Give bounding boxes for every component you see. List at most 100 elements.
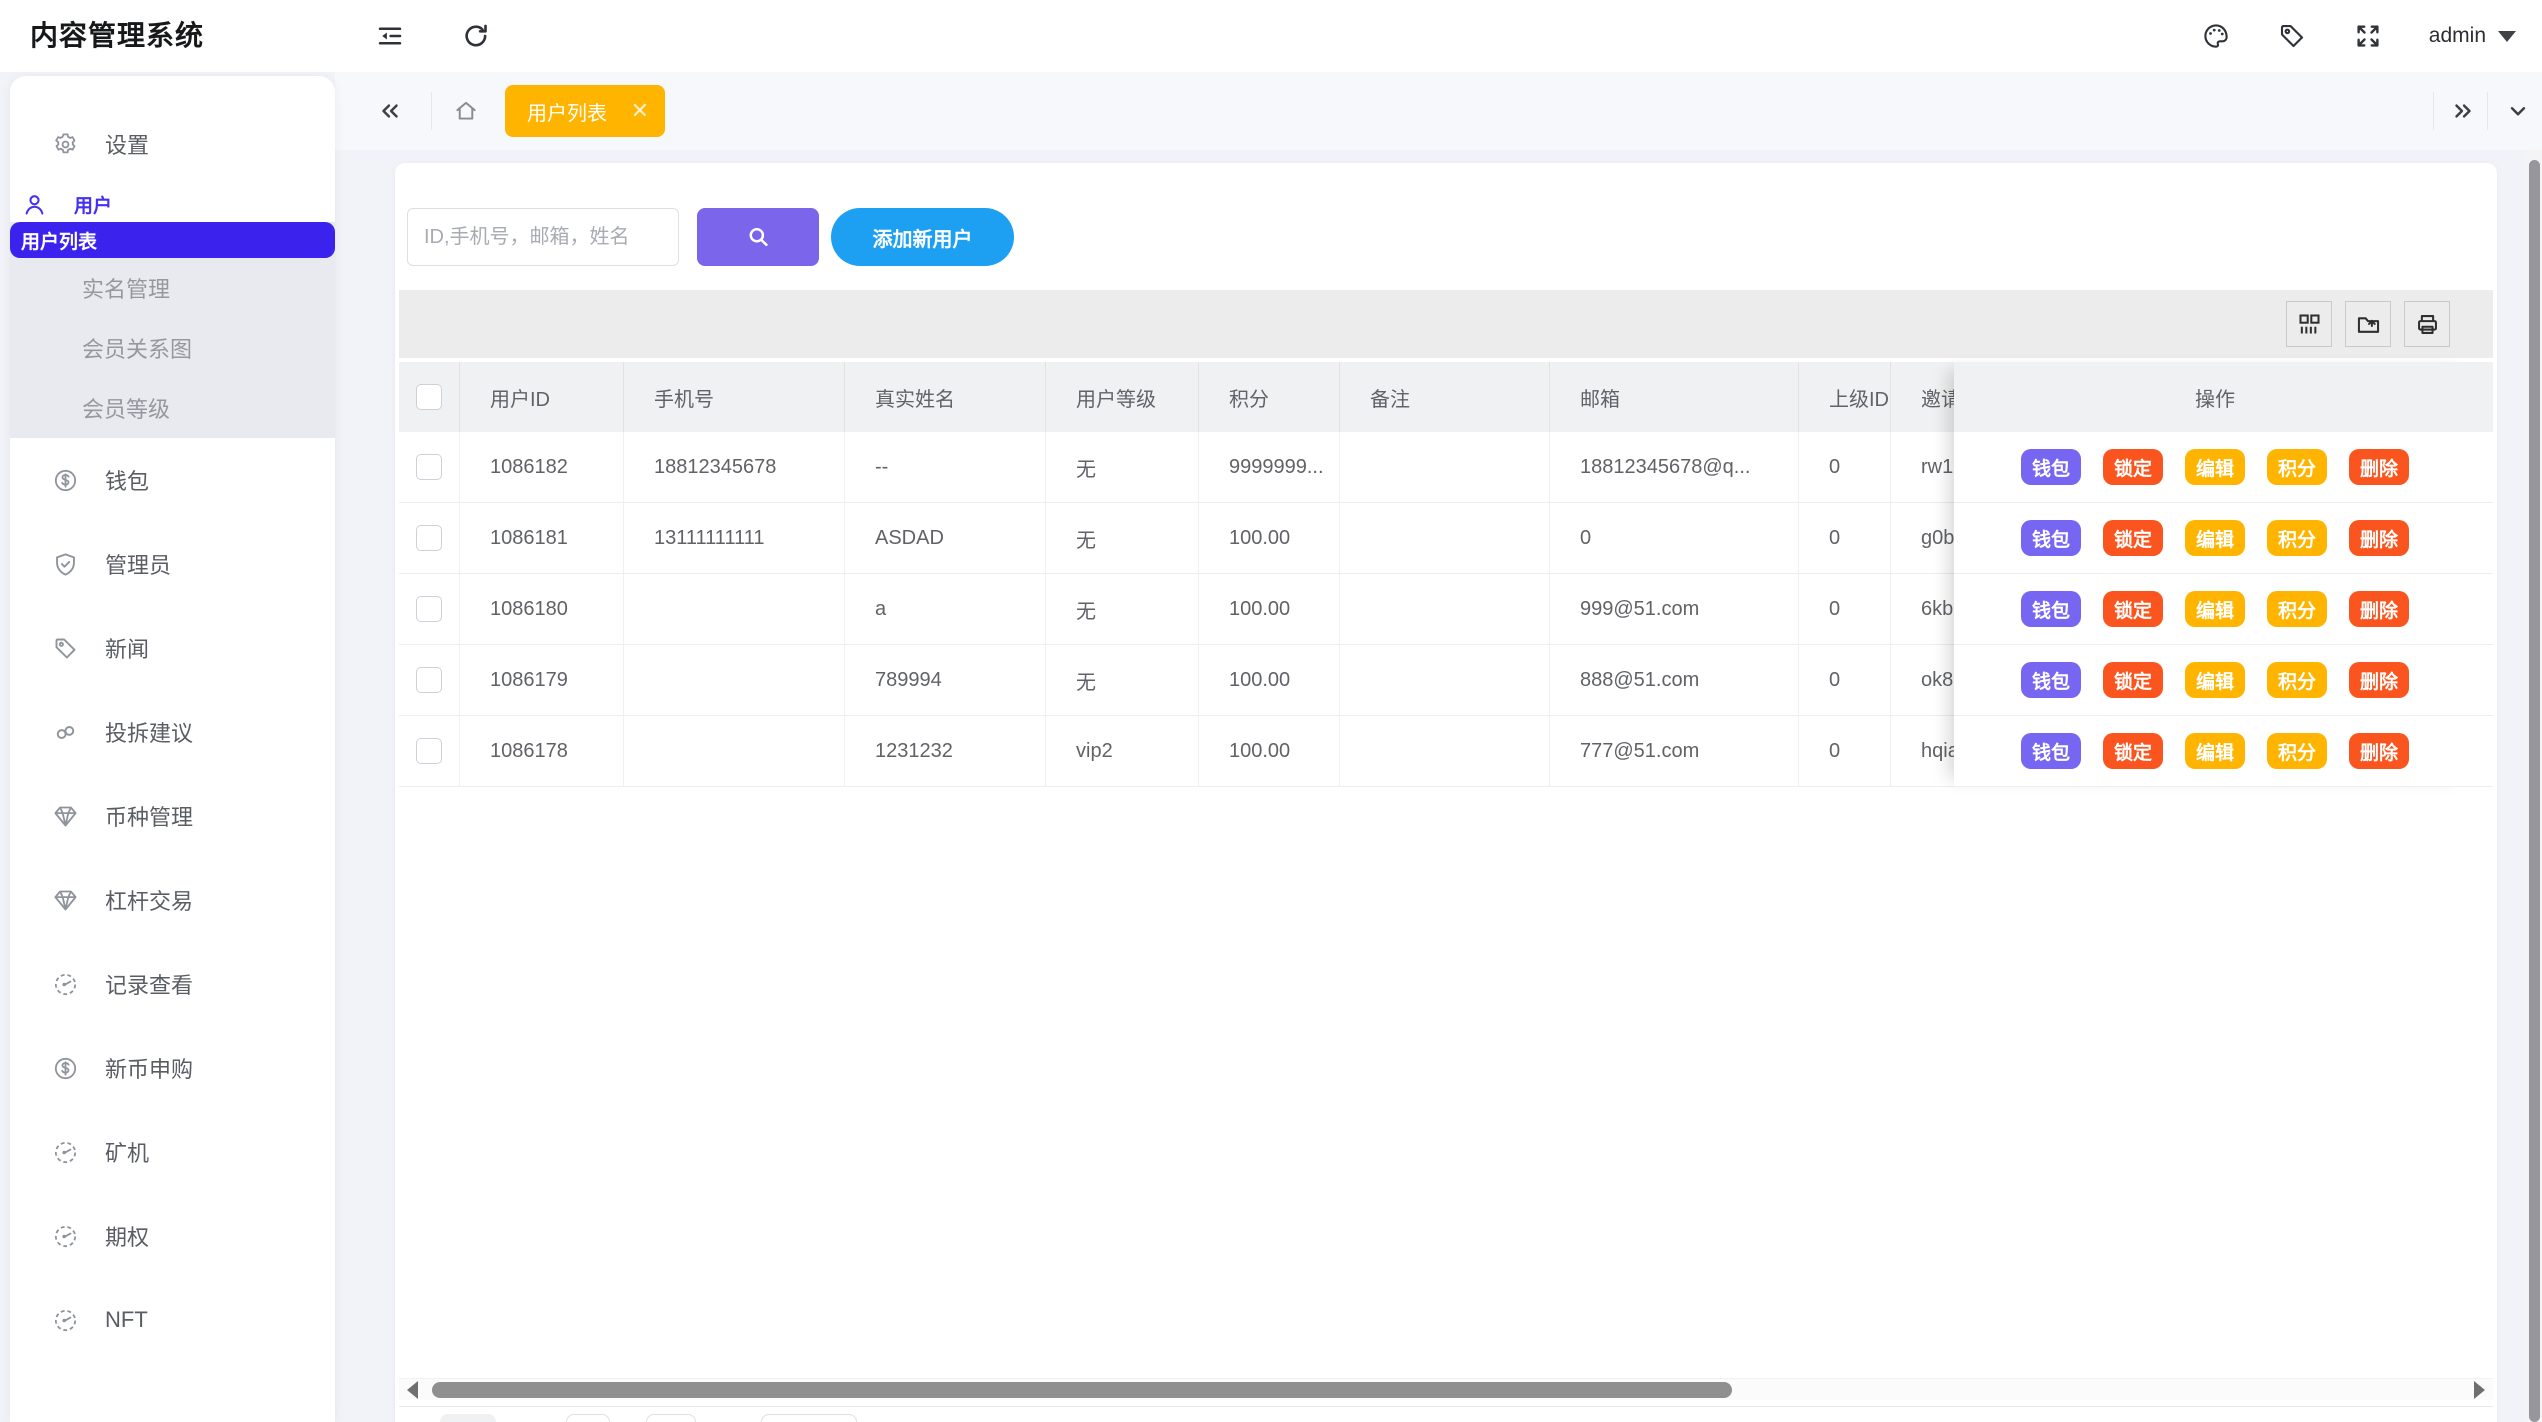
scroll-right-arrow[interactable] xyxy=(2474,1381,2485,1399)
close-icon[interactable]: ✕ xyxy=(631,100,649,122)
sidebar-item-new-coin[interactable]: 新币申购 xyxy=(10,1026,335,1110)
add-user-button[interactable]: 添加新用户 xyxy=(831,208,1014,266)
link-icon xyxy=(52,719,79,746)
points-action-button[interactable]: 积分 xyxy=(2267,591,2327,627)
row-checkbox[interactable] xyxy=(416,525,442,551)
points-action-button[interactable]: 积分 xyxy=(2267,520,2327,556)
row-actions: 钱包锁定编辑积分删除 xyxy=(1954,716,2476,787)
lock-action-button[interactable]: 锁定 xyxy=(2103,591,2163,627)
vertical-scroll-thumb[interactable] xyxy=(2529,160,2540,1422)
wallet-action-button[interactable]: 钱包 xyxy=(2021,733,2081,769)
sidebar-item-member-graph[interactable]: 会员关系图 xyxy=(10,318,335,378)
sidebar-item-wallet[interactable]: 钱包 xyxy=(10,438,335,522)
sidebar-item-member-level[interactable]: 会员等级 xyxy=(10,378,335,438)
edit-action-button[interactable]: 编辑 xyxy=(2185,662,2245,698)
sidebar-item-nft[interactable]: NFT xyxy=(10,1278,335,1362)
cell-remark xyxy=(1340,645,1550,715)
double-chevron-right-icon[interactable] xyxy=(2440,72,2486,150)
col-header-phone: 手机号 xyxy=(624,362,845,432)
delete-action-button[interactable]: 删除 xyxy=(2349,662,2409,698)
edit-action-button[interactable]: 编辑 xyxy=(2185,449,2245,485)
pagination-select[interactable] xyxy=(761,1414,857,1422)
tab-user-list[interactable]: 用户列表 ✕ xyxy=(505,85,665,137)
chevron-down-icon[interactable] xyxy=(2495,72,2541,150)
search-button[interactable] xyxy=(697,208,819,266)
palette-icon[interactable] xyxy=(2201,21,2231,51)
sidebar-item-realname[interactable]: 实名管理 xyxy=(10,258,335,318)
lock-action-button[interactable]: 锁定 xyxy=(2103,662,2163,698)
sidebar-menu: 设置 用户 用户列表 实名管理 会员关系图 会员等级 钱包 管理员 xyxy=(10,76,335,1362)
col-header-remark: 备注 xyxy=(1340,362,1550,432)
lock-action-button[interactable]: 锁定 xyxy=(2103,449,2163,485)
wallet-action-button[interactable]: 钱包 xyxy=(2021,520,2081,556)
delete-action-button[interactable]: 删除 xyxy=(2349,591,2409,627)
row-checkbox[interactable] xyxy=(416,738,442,764)
print-icon[interactable] xyxy=(2404,301,2450,347)
sidebar-item-news[interactable]: 新闻 xyxy=(10,606,335,690)
sidebar-item-feedback[interactable]: 投拆建议 xyxy=(10,690,335,774)
sidebar-item-admins[interactable]: 管理员 xyxy=(10,522,335,606)
cell-user-id: 1086182 xyxy=(460,432,624,502)
sidebar-item-miner[interactable]: 矿机 xyxy=(10,1110,335,1194)
wallet-action-button[interactable]: 钱包 xyxy=(2021,449,2081,485)
sidebar: 设置 用户 用户列表 实名管理 会员关系图 会员等级 钱包 管理员 xyxy=(10,76,335,1422)
cell-phone: 18812345678 xyxy=(624,432,845,502)
vertical-scrollbar[interactable] xyxy=(2526,150,2542,1422)
horizontal-scroll-thumb[interactable] xyxy=(432,1382,1732,1398)
row-checkbox[interactable] xyxy=(416,454,442,480)
tabbar: 用户列表 ✕ xyxy=(335,72,2542,150)
col-header-level: 用户等级 xyxy=(1046,362,1199,432)
edit-action-button[interactable]: 编辑 xyxy=(2185,520,2245,556)
fullscreen-icon[interactable] xyxy=(2353,21,2383,51)
home-icon[interactable] xyxy=(443,72,489,150)
tabbar-divider xyxy=(2487,92,2488,130)
cell-real-name: -- xyxy=(845,432,1046,502)
export-icon[interactable] xyxy=(2345,301,2391,347)
app-window: 内容管理系统 admin 设置 用户 xyxy=(0,0,2542,1422)
search-input[interactable] xyxy=(407,208,679,266)
sidebar-item-options[interactable]: 期权 xyxy=(10,1194,335,1278)
row-checkbox[interactable] xyxy=(416,667,442,693)
scroll-left-arrow[interactable] xyxy=(407,1381,418,1399)
double-chevron-left-icon[interactable] xyxy=(367,72,413,150)
cell-parent-id: 0 xyxy=(1799,432,1891,502)
sidebar-item-users[interactable]: 用户 xyxy=(10,186,335,222)
lock-action-button[interactable]: 锁定 xyxy=(2103,520,2163,556)
delete-action-button[interactable]: 删除 xyxy=(2349,520,2409,556)
horizontal-scroll-track[interactable] xyxy=(428,1382,2464,1398)
cell-phone xyxy=(624,574,845,644)
sidebar-item-leverage[interactable]: 杠杆交易 xyxy=(10,858,335,942)
sidebar-item-user-list[interactable]: 用户列表 xyxy=(10,222,335,258)
cell-points: 100.00 xyxy=(1199,503,1340,573)
wallet-action-button[interactable]: 钱包 xyxy=(2021,591,2081,627)
pagination-button[interactable] xyxy=(440,1414,496,1422)
row-checkbox-cell xyxy=(399,716,460,786)
points-action-button[interactable]: 积分 xyxy=(2267,733,2327,769)
cell-phone xyxy=(624,645,845,715)
sidebar-item-records[interactable]: 记录查看 xyxy=(10,942,335,1026)
sidebar-item-currency[interactable]: 币种管理 xyxy=(10,774,335,858)
refresh-icon[interactable] xyxy=(448,0,504,72)
cell-real-name: ASDAD xyxy=(845,503,1046,573)
user-menu[interactable]: admin xyxy=(2429,24,2516,48)
edit-action-button[interactable]: 编辑 xyxy=(2185,591,2245,627)
row-checkbox[interactable] xyxy=(416,596,442,622)
edit-action-button[interactable]: 编辑 xyxy=(2185,733,2245,769)
col-header-points: 积分 xyxy=(1199,362,1340,432)
delete-action-button[interactable]: 删除 xyxy=(2349,449,2409,485)
wallet-action-button[interactable]: 钱包 xyxy=(2021,662,2081,698)
points-action-button[interactable]: 积分 xyxy=(2267,449,2327,485)
tag-icon[interactable] xyxy=(2277,21,2307,51)
columns-icon[interactable] xyxy=(2286,301,2332,347)
menu-fold-icon[interactable] xyxy=(362,0,418,72)
pagination-button[interactable] xyxy=(646,1414,696,1422)
sidebar-item-settings[interactable]: 设置 xyxy=(10,102,335,186)
delete-action-button[interactable]: 删除 xyxy=(2349,733,2409,769)
cell-points: 9999999... xyxy=(1199,432,1340,502)
search-row: 添加新用户 xyxy=(407,208,1014,266)
select-all-checkbox[interactable] xyxy=(416,384,442,410)
sidebar-item-label: 设置 xyxy=(105,128,149,160)
pagination-button[interactable] xyxy=(566,1414,610,1422)
lock-action-button[interactable]: 锁定 xyxy=(2103,733,2163,769)
points-action-button[interactable]: 积分 xyxy=(2267,662,2327,698)
